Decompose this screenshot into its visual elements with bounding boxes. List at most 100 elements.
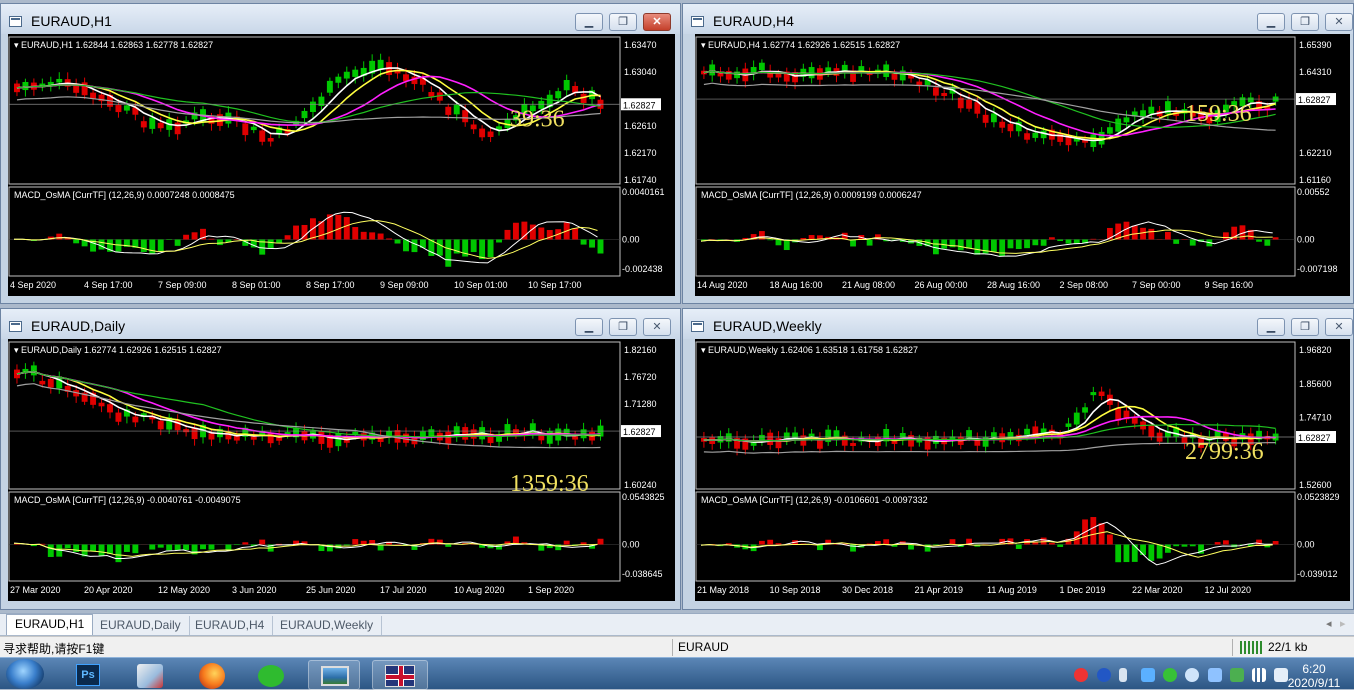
minimize-button[interactable]: ▁ (1257, 318, 1285, 336)
chart-window-h4[interactable]: EURAUD,H4 ▁ ❐ ✕ ▾ EURAUD,H4 1.62774 1.62… (682, 3, 1354, 304)
price-chart[interactable]: ▾ EURAUD,Daily 1.62774 1.62926 1.62515 1… (8, 339, 675, 601)
keyboard-icon[interactable] (1119, 668, 1127, 682)
candle-body (403, 434, 409, 443)
chart-window-weekly[interactable]: EURAUD,Weekly ▁ ❐ ✕ ▾ EURAUD,Weekly 1.62… (682, 308, 1354, 610)
tab-euraud-weekly[interactable]: EURAUD,Weekly (272, 616, 382, 635)
macd-histogram-bar (48, 545, 54, 557)
close-button[interactable]: ✕ (643, 13, 671, 31)
tab-euraud-h4[interactable]: EURAUD,H4 (187, 616, 273, 635)
wechat-tray-icon[interactable] (1163, 668, 1177, 682)
macd-histogram-bar (1273, 541, 1279, 544)
macd-histogram-bar (56, 234, 62, 240)
minimize-button[interactable]: ▁ (575, 13, 603, 31)
firefox-taskbar-button[interactable] (187, 660, 239, 690)
price-chart[interactable]: ▾ EURAUD,Weekly 1.62406 1.63518 1.61758 … (695, 339, 1350, 601)
maximize-button[interactable]: ❐ (609, 13, 637, 31)
time-tick-label: 17 Jul 2020 (380, 585, 427, 595)
chart-window-h1[interactable]: EURAUD,H1 ▁ ❐ ✕ ▾ EURAUD,H1 1.62844 1.62… (0, 3, 681, 304)
close-button[interactable]: ✕ (643, 318, 671, 336)
macd-histogram-bar (259, 540, 265, 545)
time-tick-label: 7 Sep 09:00 (158, 280, 207, 290)
macd-histogram-bar (1124, 222, 1130, 240)
candle-body (1124, 117, 1130, 122)
minimize-button[interactable]: ▁ (1257, 13, 1285, 31)
picture-viewer-taskbar-button[interactable] (308, 660, 360, 690)
time-tick-label: 3 Jun 2020 (232, 585, 277, 595)
macd-histogram-bar (572, 229, 578, 240)
chart-window-daily[interactable]: EURAUD,Daily ▁ ❐ ✕ ▾ EURAUD,Daily 1.6277… (0, 308, 681, 610)
window-titlebar[interactable]: EURAUD,Weekly ▁ ❐ ✕ (683, 309, 1353, 339)
candle-body (1024, 133, 1030, 139)
paint-taskbar-button[interactable] (125, 660, 177, 690)
close-button[interactable]: ✕ (1325, 318, 1353, 336)
minimize-button[interactable]: ▁ (575, 318, 603, 336)
start-button[interactable] (6, 659, 44, 689)
time-tick-label: 9 Sep 16:00 (1205, 280, 1254, 290)
macd-histogram-bar (99, 240, 105, 250)
status-divider (1232, 639, 1233, 656)
candle-body (234, 436, 240, 441)
candle-body (538, 435, 544, 440)
maximize-button[interactable]: ❐ (1291, 318, 1319, 336)
cloud-icon[interactable] (1185, 668, 1199, 682)
connection-bars-icon (1240, 641, 1264, 654)
maximize-button[interactable]: ❐ (609, 318, 637, 336)
chart-header: ▾ EURAUD,Weekly 1.62406 1.63518 1.61758 … (701, 345, 918, 355)
system-clock[interactable]: 6:20 2020/9/11 (1284, 662, 1344, 690)
tab-euraud-h1[interactable]: EURAUD,H1 (6, 614, 93, 635)
macd-tick-label: 0.0040161 (622, 187, 665, 197)
tab-euraud-daily[interactable]: EURAUD,Daily (92, 616, 190, 635)
price-chart[interactable]: ▾ EURAUD,H1 1.62844 1.62863 1.62778 1.62… (8, 34, 675, 296)
time-tick-label: 14 Aug 2020 (697, 280, 748, 290)
bar-countdown-timer: 1359:36 (510, 471, 589, 497)
macd-histogram-bar (809, 235, 815, 239)
candle-body (718, 73, 724, 77)
macd-histogram-bar (1066, 240, 1072, 244)
network-icon[interactable] (1252, 668, 1266, 682)
wechat-taskbar-button[interactable] (246, 660, 298, 690)
feather-icon[interactable] (1141, 668, 1155, 682)
candle-body (115, 413, 121, 422)
macd-tick-label: -0.038645 (622, 569, 663, 579)
candle-body (999, 122, 1005, 128)
candle-body (479, 129, 485, 138)
window-title: EURAUD,Daily (31, 318, 125, 334)
candle-body (726, 433, 732, 441)
candle-body (572, 436, 578, 439)
candle-body (1099, 392, 1105, 396)
metatrader-taskbar-button[interactable] (372, 660, 428, 690)
candle-body (428, 92, 434, 97)
price-chart[interactable]: ▾ EURAUD,H4 1.62774 1.62926 1.62515 1.62… (695, 34, 1350, 296)
scroll-right-icon[interactable]: ▸ (1340, 617, 1346, 630)
candle-body (335, 77, 341, 83)
macd-histogram-bar (73, 240, 79, 244)
candle-body (124, 105, 130, 110)
macd-histogram-bar (141, 240, 147, 252)
scroll-left-icon[interactable]: ◂ (1326, 617, 1332, 630)
time-tick-label: 10 Sep 01:00 (454, 280, 508, 290)
photoshop-taskbar-button[interactable]: Ps (62, 660, 114, 690)
macd-histogram-bar (581, 240, 587, 245)
macd-histogram-bar (1115, 545, 1121, 563)
window-titlebar[interactable]: EURAUD,H1 ▁ ❐ ✕ (1, 4, 680, 34)
price-tick-label: 1.61740 (624, 175, 657, 185)
time-tick-label: 25 Jun 2020 (306, 585, 356, 595)
window-titlebar[interactable]: EURAUD,Daily ▁ ❐ ✕ (1, 309, 680, 339)
price-tick-label: 1.52600 (1299, 480, 1332, 490)
candle-body (1024, 429, 1030, 435)
candle-body (555, 91, 561, 98)
macd-histogram-bar (192, 232, 198, 239)
status-bar: 寻求帮助,请按F1键 EURAUD 22/1 kb (0, 636, 1354, 657)
security-icon[interactable] (1230, 668, 1244, 682)
macd-histogram-bar (361, 541, 367, 545)
macd-histogram-bar (950, 539, 956, 544)
help-icon[interactable] (1097, 668, 1111, 682)
candle-body (488, 132, 494, 138)
time-tick-label: 1 Sep 2020 (528, 585, 574, 595)
macd-histogram-bar (1148, 229, 1154, 240)
maximize-button[interactable]: ❐ (1291, 13, 1319, 31)
sogou-input-icon[interactable] (1074, 668, 1088, 682)
close-button[interactable]: ✕ (1325, 13, 1353, 31)
window-titlebar[interactable]: EURAUD,H4 ▁ ❐ ✕ (683, 4, 1353, 34)
shield-icon[interactable] (1208, 668, 1222, 682)
